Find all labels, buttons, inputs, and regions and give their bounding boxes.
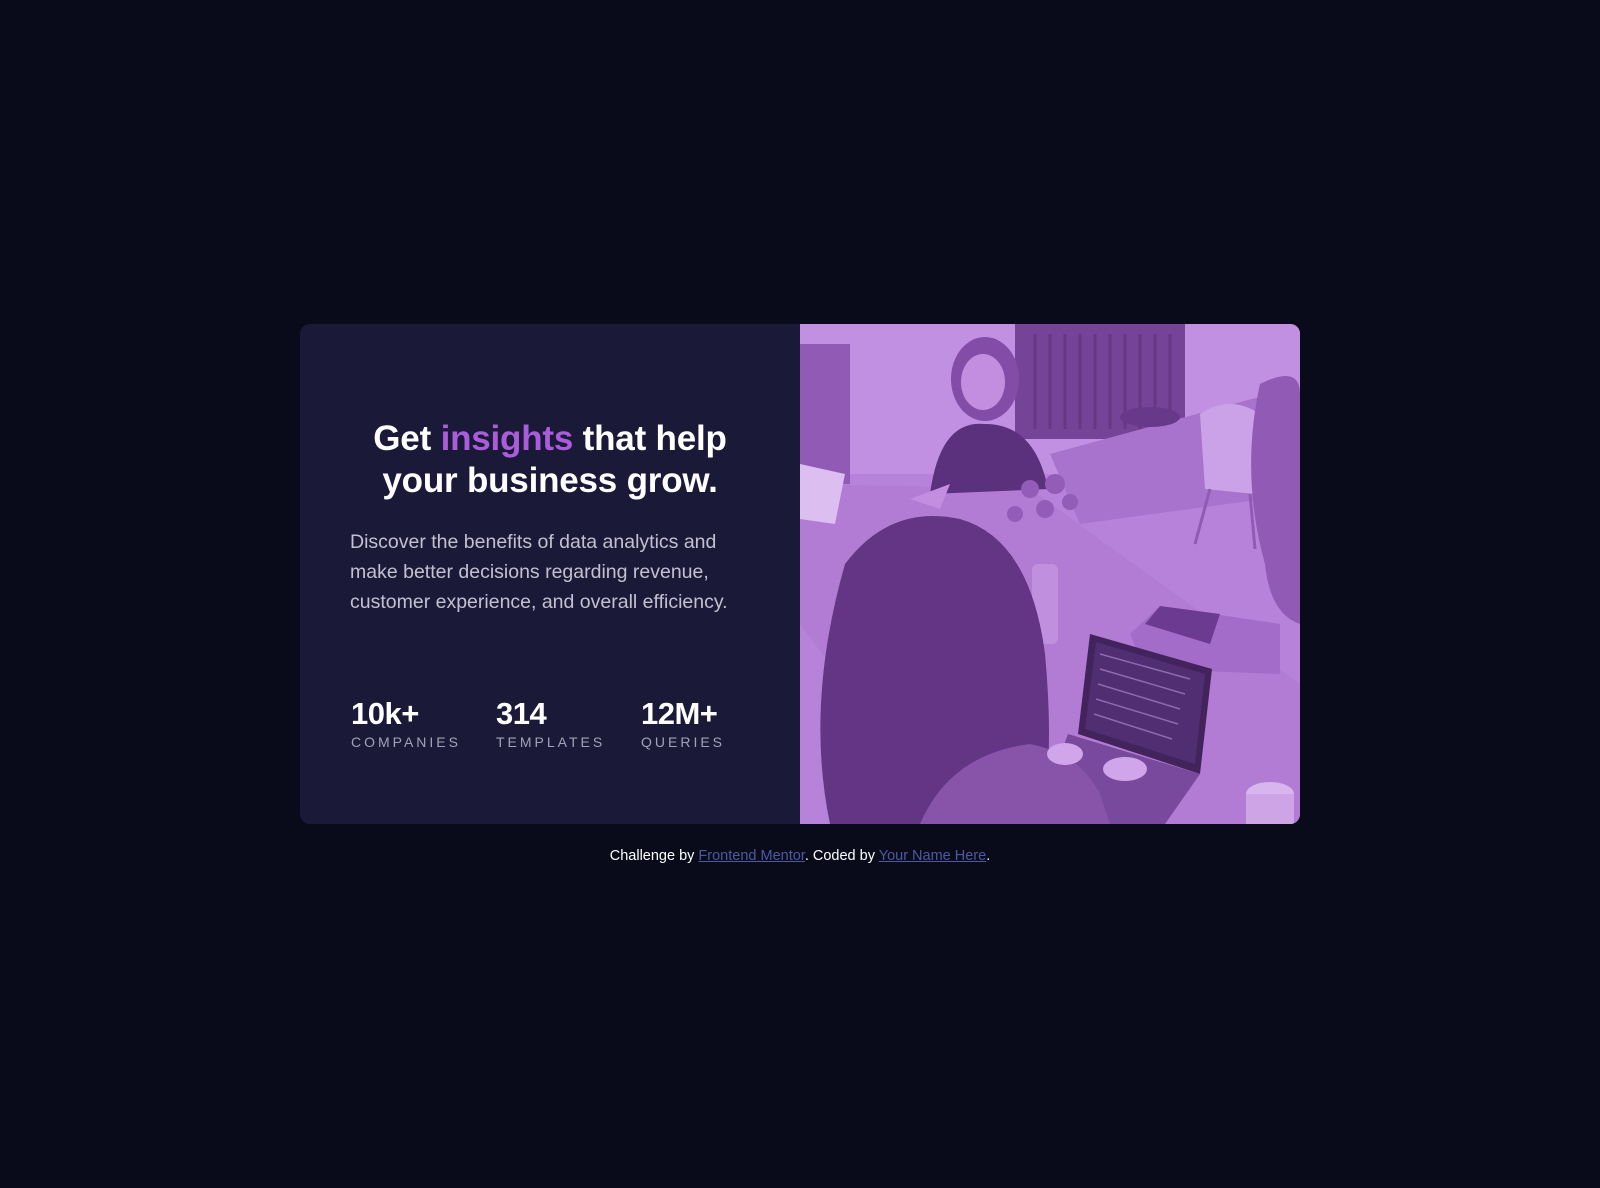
frontend-mentor-link[interactable]: Frontend Mentor bbox=[698, 848, 804, 864]
stat-value: 314 bbox=[496, 696, 547, 731]
office-photo-illustration bbox=[800, 324, 1300, 824]
stat-queries: 12M+ QUERIES bbox=[641, 696, 751, 752]
author-link[interactable]: Your Name Here bbox=[879, 848, 986, 864]
stats-row: 10k+ COMPANIES 314 TEMPLATES 12M+ QUERIE… bbox=[351, 696, 751, 752]
headline-accent: insights bbox=[440, 419, 574, 458]
attribution-prefix: Challenge by bbox=[609, 848, 699, 864]
header-image bbox=[800, 324, 1300, 824]
card-content: Get insights that help your business gro… bbox=[300, 324, 800, 824]
headline: Get insights that help your business gro… bbox=[340, 418, 760, 502]
attribution-middle: . Coded by bbox=[804, 848, 879, 864]
stat-label: TEMPLATES bbox=[496, 734, 606, 750]
attribution: Challenge by Frontend Mentor. Coded by Y… bbox=[0, 846, 1600, 866]
headline-start: Get bbox=[373, 419, 441, 458]
stat-value: 10k+ bbox=[351, 696, 419, 731]
stat-label: COMPANIES bbox=[351, 734, 461, 750]
stat-companies: 10k+ COMPANIES bbox=[351, 696, 496, 752]
stats-preview-card: Get insights that help your business gro… bbox=[300, 324, 1300, 824]
description: Discover the benefits of data analytics … bbox=[350, 531, 728, 613]
stat-templates: 314 TEMPLATES bbox=[496, 696, 641, 752]
stat-value: 12M+ bbox=[641, 696, 718, 731]
attribution-suffix: . bbox=[986, 848, 991, 864]
stat-label: QUERIES bbox=[641, 734, 726, 750]
